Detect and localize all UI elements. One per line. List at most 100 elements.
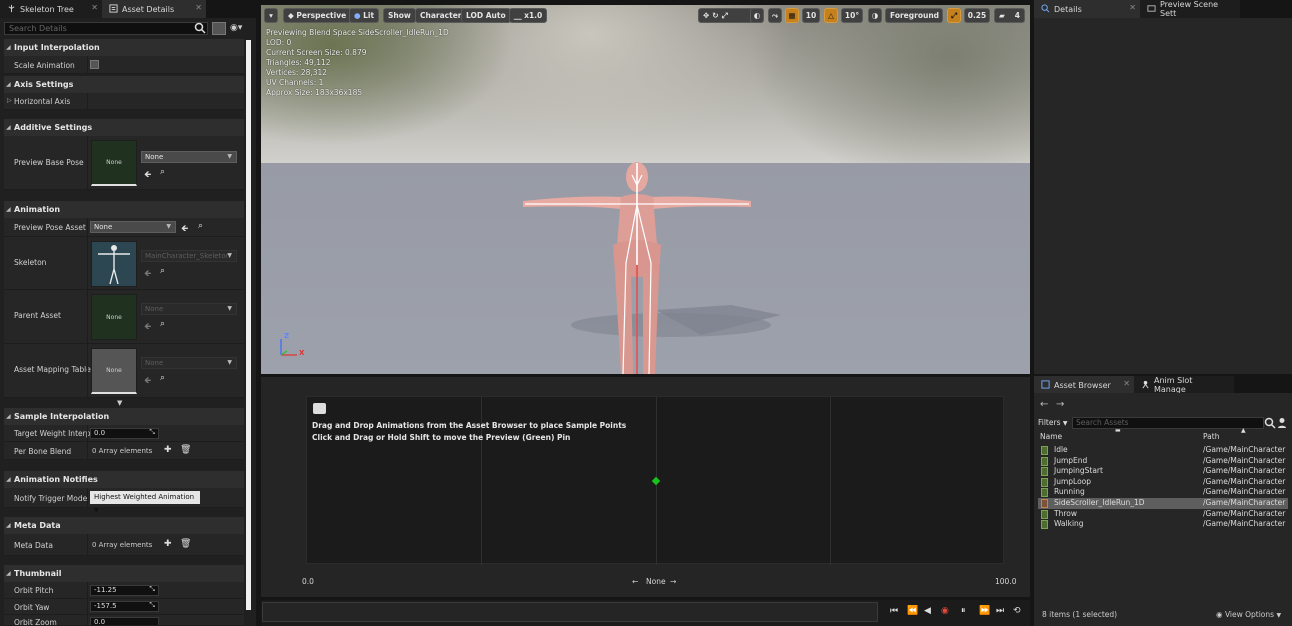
section-meta-data[interactable]: ◢ Meta Data	[4, 517, 244, 534]
browse-search-icon[interactable]: ⌕	[160, 373, 165, 383]
list-item[interactable]: JumpingStart/Game/MainCharacter	[1038, 466, 1288, 477]
preview-viewport[interactable]: ▾ ◆ Perspective ● Lit Show Character LOD…	[261, 5, 1030, 374]
use-selected-arrow-icon[interactable]: 🡸	[181, 221, 188, 237]
timeline-scrubber[interactable]	[262, 602, 878, 622]
close-icon[interactable]: ✕	[1129, 3, 1136, 12]
sort-name-icon[interactable]: ▬	[1115, 427, 1121, 434]
playback-speed-button[interactable]: ⎽ x1.0	[509, 8, 548, 23]
list-item[interactable]: Idle/Game/MainCharacter	[1038, 445, 1288, 456]
record-icon[interactable]: ◉	[941, 606, 949, 616]
pause-icon[interactable]: ⏸	[961, 606, 966, 616]
skeleton-thumbnail[interactable]	[91, 241, 137, 287]
sort-path-icon[interactable]: ▲	[1241, 427, 1246, 434]
asset-search-input[interactable]: Search Assets	[1072, 417, 1264, 429]
list-item[interactable]: JumpLoop/Game/MainCharacter	[1038, 477, 1288, 488]
list-item[interactable]: Running/Game/MainCharacter	[1038, 487, 1288, 498]
scale-snap-value[interactable]: 0.25	[964, 8, 990, 23]
section-axis-settings[interactable]: ◢ Axis Settings	[4, 76, 244, 93]
user-filter-icon[interactable]	[1277, 417, 1287, 429]
character-button[interactable]: Character	[415, 8, 467, 23]
show-button[interactable]: Show	[383, 8, 416, 23]
foreground-button[interactable]: Foreground	[885, 8, 943, 23]
section-additive-settings[interactable]: ◢ Additive Settings	[4, 119, 244, 136]
row-horizontal-axis[interactable]: ▷ Horizontal Axis	[4, 93, 244, 110]
view-options-button[interactable]: ◉ View Options ▼	[1216, 610, 1281, 619]
scale-snap-toggle[interactable]: ⤢	[947, 8, 961, 23]
section-animation[interactable]: ◢ Animation	[4, 201, 244, 218]
orbit-zoom-field[interactable]: 0.0	[90, 617, 159, 625]
delete-trash-icon[interactable]: 🗑	[180, 539, 191, 549]
asset-thumbnail[interactable]: None	[91, 294, 137, 340]
transform-tools[interactable]: ✥↻⤢	[698, 8, 754, 23]
target-weight-field[interactable]: 0.0 ⤡	[90, 428, 159, 439]
combo-value: None	[94, 223, 113, 231]
browse-search-icon[interactable]: ⌕	[160, 266, 165, 276]
delete-trash-icon[interactable]: 🗑	[180, 445, 191, 455]
tab-preview-scene-settings[interactable]: Preview Scene Sett	[1140, 0, 1240, 18]
section-animation-notifies[interactable]: ◢ Animation Notifies	[4, 471, 244, 488]
tab-details[interactable]: Details ✕	[1034, 0, 1140, 18]
back-arrow-icon[interactable]: ←	[1040, 399, 1048, 410]
grid-snap-value[interactable]: 10	[802, 8, 820, 23]
view-options-eye-icon[interactable]: ◉▾	[230, 23, 242, 33]
loop-icon[interactable]: ⟲	[1013, 606, 1021, 616]
search-icon[interactable]	[194, 22, 206, 34]
step-back-icon[interactable]: ⏪	[907, 606, 918, 616]
camera-speed-button[interactable]: ▰ 4	[994, 8, 1025, 23]
asset-thumbnail[interactable]: None	[91, 348, 137, 394]
tab-asset-browser[interactable]: Asset Browser ✕	[1034, 376, 1134, 394]
close-icon[interactable]: ✕	[195, 3, 202, 12]
column-header-path[interactable]: Path	[1203, 432, 1219, 441]
section-thumbnail[interactable]: ◢ Thumbnail	[4, 565, 244, 582]
close-icon[interactable]: ✕	[91, 3, 98, 12]
viewport-options-menu[interactable]: ▾	[264, 8, 278, 23]
browse-search-icon[interactable]: ⌕	[160, 319, 165, 329]
expand-advanced-arrow-icon[interactable]: ▼	[117, 399, 122, 407]
add-element-icon[interactable]: ✚	[164, 539, 172, 549]
pose-asset-combo[interactable]: None ▼	[90, 221, 176, 233]
search-icon[interactable]	[1264, 417, 1276, 429]
tab-anim-slot-manager[interactable]: Anim Slot Manage	[1134, 376, 1234, 394]
perspective-button[interactable]: ◆ Perspective	[283, 8, 352, 23]
scale-toggle[interactable]: ◑	[868, 8, 882, 23]
rotation-snap-value[interactable]: 10°	[841, 8, 863, 23]
section-input-interpolation[interactable]: ◢ Input Interpolation	[4, 39, 244, 56]
use-selected-arrow-icon[interactable]: 🡸	[144, 167, 151, 183]
browse-search-icon[interactable]: ⌕	[160, 167, 165, 177]
asset-path: /Game/MainCharacter	[1203, 445, 1286, 454]
list-item-selected[interactable]: SideScroller_IdleRun_1D/Game/MainCharact…	[1038, 498, 1288, 509]
details-scrollbar[interactable]	[246, 40, 251, 610]
play-reverse-icon[interactable]: ◀	[924, 606, 931, 616]
notify-trigger-mode-dropdown[interactable]: Highest Weighted Animation ▼	[90, 491, 200, 514]
grid-snap-toggle[interactable]: ▦	[785, 8, 799, 23]
add-element-icon[interactable]: ✚	[164, 445, 172, 455]
asset-thumbnail[interactable]: None	[91, 140, 137, 186]
step-forward-icon[interactable]: ⏩	[979, 606, 990, 616]
tab-skeleton-tree[interactable]: Skeleton Tree ✕	[0, 0, 102, 18]
world-local-toggle[interactable]: ◐	[750, 8, 764, 23]
list-item[interactable]: Walking/Game/MainCharacter	[1038, 519, 1288, 530]
property-matrix-button[interactable]	[212, 22, 226, 35]
filters-dropdown[interactable]: Filters ▼	[1038, 418, 1068, 427]
browse-search-icon[interactable]: ⌕	[198, 221, 203, 231]
base-pose-combo[interactable]: None ▼	[141, 151, 237, 163]
row-label: Preview Base Pose	[14, 158, 84, 167]
column-header-name[interactable]: Name	[1040, 432, 1062, 441]
surface-snap-button[interactable]: ⤳	[768, 8, 782, 23]
orbit-yaw-field[interactable]: -157.5 ⤡	[90, 601, 159, 612]
blend-space-editor[interactable]: Drag and Drop Animations from the Asset …	[261, 377, 1030, 597]
skip-to-start-icon[interactable]: ⏮	[890, 606, 898, 616]
orbit-pitch-field[interactable]: -11.25 ⤡	[90, 585, 159, 596]
scale-animation-checkbox[interactable]	[90, 60, 99, 69]
skip-to-end-icon[interactable]: ⏭	[996, 606, 1004, 616]
section-sample-interpolation[interactable]: ◢ Sample Interpolation	[4, 408, 244, 425]
lod-button[interactable]: LOD Auto	[461, 8, 511, 23]
rotation-snap-toggle[interactable]: △	[824, 8, 838, 23]
close-icon[interactable]: ✕	[1123, 379, 1130, 388]
list-item[interactable]: Throw/Game/MainCharacter	[1038, 509, 1288, 520]
tab-asset-details[interactable]: Asset Details ✕	[102, 0, 206, 18]
details-search-input[interactable]: Search Details	[4, 22, 208, 35]
list-item[interactable]: JumpEnd/Game/MainCharacter	[1038, 456, 1288, 467]
forward-arrow-icon[interactable]: →	[1056, 399, 1064, 410]
lit-button[interactable]: ● Lit	[349, 8, 380, 23]
